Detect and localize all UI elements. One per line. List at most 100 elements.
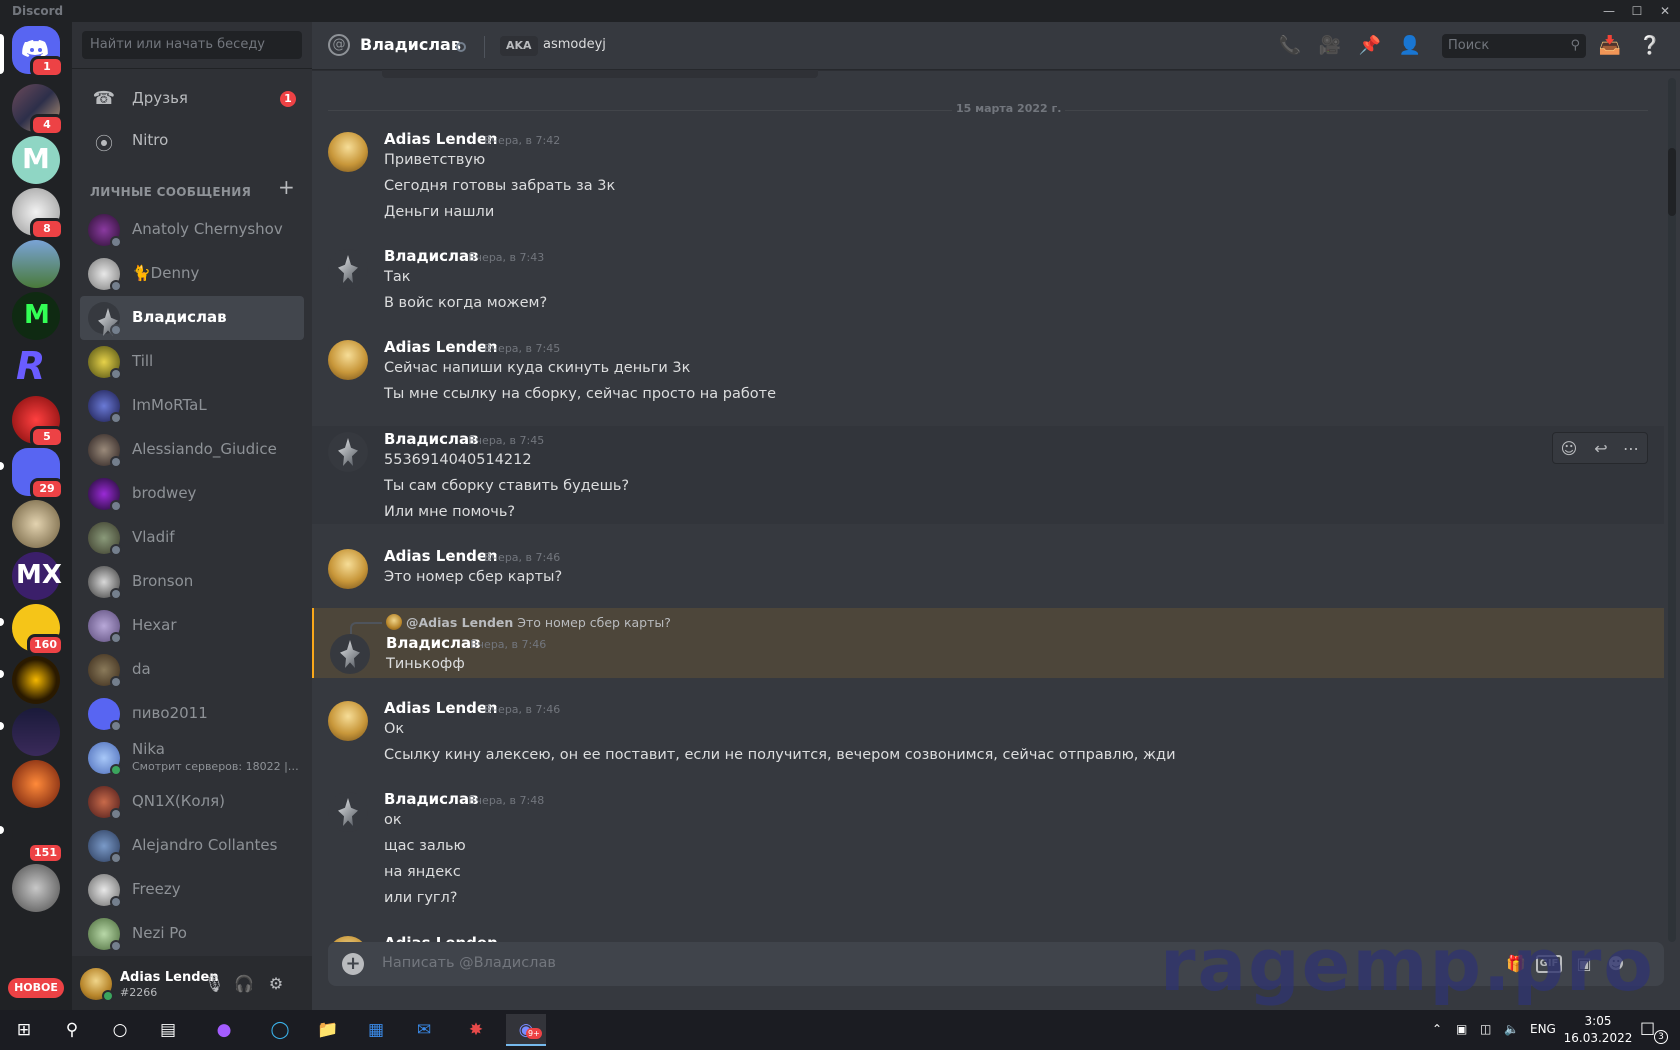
microphone-icon[interactable]: 🎙	[204, 974, 224, 994]
message-group[interactable]: Владислав Вчера, в 7:48 ок щас залью на …	[312, 786, 1664, 920]
author-name[interactable]: Adias Lenden	[384, 130, 498, 148]
cortana-icon[interactable]: ○	[100, 1014, 140, 1046]
server-icon[interactable]: 5	[12, 396, 64, 448]
dm-item[interactable]: da	[80, 648, 304, 692]
author-avatar[interactable]	[328, 549, 368, 589]
alice-icon[interactable]: ●	[204, 1014, 244, 1046]
author-name[interactable]: Владислав	[384, 790, 479, 808]
tray-chevron-icon[interactable]: ⌃	[1432, 1022, 1442, 1036]
file-explorer-icon[interactable]: 📁	[308, 1014, 348, 1046]
server-icon[interactable]: 29	[12, 448, 64, 500]
server-icon[interactable]: 160	[12, 604, 64, 656]
author-avatar[interactable]	[328, 340, 368, 380]
create-dm-icon[interactable]: +	[278, 177, 295, 197]
edge-icon[interactable]: ◯	[260, 1014, 300, 1046]
author-name[interactable]: Adias Lenden	[384, 699, 498, 717]
author-avatar[interactable]	[330, 634, 370, 674]
message-group-hovered[interactable]: Владислав Вчера, в 7:45 5536914040514212…	[312, 426, 1664, 524]
store-icon[interactable]: ▦	[356, 1014, 396, 1046]
author-avatar[interactable]	[328, 432, 368, 472]
minimize-icon[interactable]: —	[1596, 2, 1622, 20]
author-name[interactable]: Владислав	[384, 430, 479, 448]
discord-taskbar-icon[interactable]: ◉9+	[506, 1014, 546, 1046]
network-icon[interactable]: ◫	[1480, 1022, 1491, 1036]
server-icon[interactable]: 4	[12, 84, 64, 136]
dm-item[interactable]: Hexar	[80, 604, 304, 648]
attach-plus-icon[interactable]: +	[342, 953, 364, 975]
dm-item[interactable]: Nika Смотрит серверов: 18022 | /...	[80, 736, 304, 780]
gif-button[interactable]: GIF	[1536, 955, 1562, 973]
message-group[interactable]: Adias Lenden Вчера, в 7:45 Сейчас напиши…	[312, 334, 1664, 416]
new-badge[interactable]: НОВОЕ	[8, 978, 64, 998]
clock[interactable]: 3:05 16.03.2022	[1558, 1013, 1638, 1047]
author-avatar[interactable]	[328, 701, 368, 741]
dm-item[interactable]: QN1X(Коля)	[80, 780, 304, 824]
more-options-icon[interactable]: ⋯	[1619, 437, 1643, 461]
dm-item[interactable]: Anatoly Chernyshov	[80, 208, 304, 252]
add-reaction-icon[interactable]: ☺	[1557, 437, 1581, 461]
author-avatar[interactable]	[328, 249, 368, 289]
author-avatar[interactable]	[328, 792, 368, 832]
close-icon[interactable]: ✕	[1652, 2, 1678, 20]
message-input[interactable]: Написать @Владислав	[382, 955, 556, 971]
game-launcher-icon[interactable]: ✸	[456, 1014, 496, 1046]
help-icon[interactable]: ❔	[1638, 34, 1662, 58]
author-avatar[interactable]	[328, 132, 368, 172]
author-name[interactable]: Adias Lenden	[384, 547, 498, 565]
server-icon[interactable]	[12, 240, 60, 288]
headphones-icon[interactable]: 🎧	[234, 974, 254, 994]
server-icon[interactable]: 8	[12, 188, 64, 240]
tray-meet-icon[interactable]: ▣	[1456, 1022, 1467, 1036]
home-button[interactable]: 1	[12, 26, 64, 78]
dm-item[interactable]: Till	[80, 340, 304, 384]
emoji-icon[interactable]: ☻	[1604, 952, 1628, 976]
message-group[interactable]: Adias Lenden Вчера, в 7:46 Ок Ссылку кин…	[312, 695, 1664, 777]
server-icon[interactable]	[12, 760, 60, 808]
dm-item[interactable]: Bronson	[80, 560, 304, 604]
inbox-icon[interactable]: 📥	[1598, 34, 1622, 58]
server-icon[interactable]: M	[12, 292, 60, 340]
server-icon[interactable]: MX	[12, 552, 62, 600]
message-group[interactable]: Adias Lenden Вчера, в 7:42 Приветствую С…	[312, 126, 1664, 234]
server-icon[interactable]: 151	[12, 812, 64, 864]
server-icon[interactable]: R	[12, 344, 60, 392]
sticker-icon[interactable]: ▣	[1572, 952, 1596, 976]
language-indicator[interactable]: ENG	[1530, 1022, 1556, 1036]
header-search-input[interactable]: Поиск ⚲	[1442, 34, 1586, 58]
friends-nav[interactable]: ☎ Друзья 1	[80, 78, 304, 120]
task-view-icon[interactable]: ▤	[148, 1014, 188, 1046]
pinned-messages-icon[interactable]: 📌	[1358, 34, 1382, 58]
mail-icon[interactable]: ✉	[404, 1014, 444, 1046]
maximize-icon[interactable]: ☐	[1624, 2, 1650, 20]
dm-item[interactable]: Alessiando_Giudice	[80, 428, 304, 472]
settings-gear-icon[interactable]: ⚙	[266, 974, 286, 994]
notification-center-icon[interactable]: □ 3	[1640, 1018, 1668, 1044]
chat-scrollbar[interactable]	[1668, 78, 1676, 942]
message-group[interactable]: Adias Lenden	[312, 930, 1664, 942]
dm-item[interactable]: пиво2011	[80, 692, 304, 736]
author-name[interactable]: Владислав	[386, 634, 481, 652]
author-name[interactable]: Adias Lenden	[384, 338, 498, 356]
dm-item[interactable]: Alejandro Collantes	[80, 824, 304, 868]
dm-search-input[interactable]: Найти или начать беседу	[82, 31, 302, 59]
dm-item-active[interactable]: Владислав	[80, 296, 304, 340]
dm-item[interactable]: Nezi Po	[80, 912, 304, 956]
video-call-icon[interactable]: 🎥	[1318, 34, 1342, 58]
gift-icon[interactable]: 🎁	[1504, 952, 1528, 976]
author-name[interactable]: Adias Lenden	[384, 934, 498, 942]
volume-icon[interactable]: 🔈	[1504, 1022, 1519, 1036]
reply-preview[interactable]: @Adias Lenden Это номер сбер карты?	[386, 614, 671, 630]
server-icon[interactable]	[12, 708, 60, 756]
dm-item[interactable]: 🐈Denny	[80, 252, 304, 296]
author-name[interactable]: Владислав	[384, 247, 479, 265]
message-group-mention[interactable]: @Adias Lenden Это номер сбер карты? Влад…	[312, 608, 1664, 678]
voice-call-icon[interactable]: 📞	[1278, 34, 1302, 58]
message-group[interactable]: Adias Lenden Вчера, в 7:46 Это номер сбе…	[312, 543, 1664, 599]
scrollbar-thumb[interactable]	[1668, 148, 1676, 216]
dm-item[interactable]: brodwey	[80, 472, 304, 516]
dm-item[interactable]: Vladif	[80, 516, 304, 560]
server-icon[interactable]	[12, 864, 60, 912]
nitro-nav[interactable]: ⦿ Nitro	[80, 120, 304, 162]
server-icon[interactable]: M	[12, 136, 60, 184]
message-group[interactable]: Владислав Вчера, в 7:43 Так В войс когда…	[312, 243, 1664, 325]
